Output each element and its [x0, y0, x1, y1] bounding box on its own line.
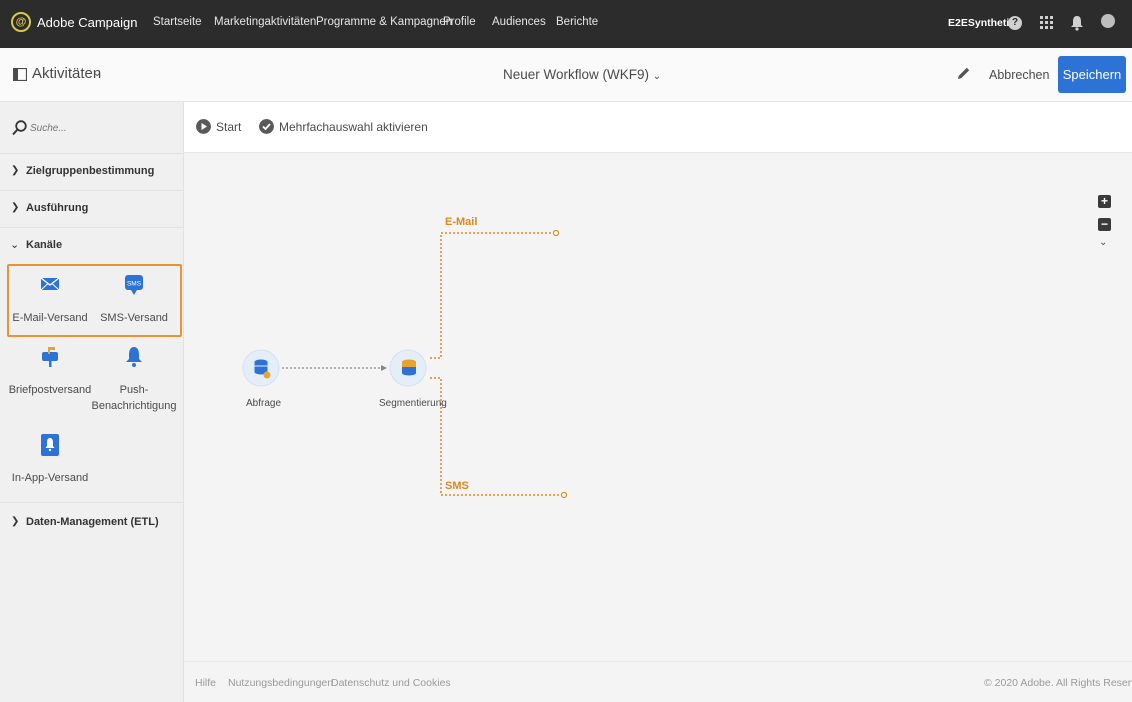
section-targeting[interactable]: ❯ Zielgruppenbestimmung — [0, 154, 184, 190]
footer-link-privacy[interactable]: Datenschutz und Cookies — [331, 677, 451, 689]
channel-in-app-delivery[interactable]: In-App-Versand — [7, 433, 93, 505]
start-label: Start — [216, 120, 242, 134]
chevron-right-icon: ❯ — [11, 202, 20, 213]
notifications-bell-icon[interactable] — [1070, 15, 1084, 31]
channel-direct-mail[interactable]: Briefpostversand — [7, 346, 93, 418]
checkmark-circle-icon — [259, 119, 274, 134]
arrowhead — [381, 365, 387, 371]
channel-push-notification[interactable]: Push- Benachrichtigung — [91, 346, 177, 418]
channel-label: In-App-Versand — [11, 472, 89, 484]
email-transition-endpoint[interactable] — [552, 229, 560, 237]
section-label: Daten-Management (ETL) — [26, 516, 159, 528]
workflow-canvas[interactable]: Abfrage Segmentierung E-Mail SMS + − ⌄ — [184, 153, 1132, 661]
footer-link-terms[interactable]: Nutzungsbedingungen — [228, 677, 333, 689]
nav-item-profiles[interactable]: Profile — [443, 16, 476, 28]
section-label: Ausführung — [26, 202, 89, 214]
section-data-management[interactable]: ❯ Daten-Management (ETL) — [0, 505, 184, 541]
section-channels[interactable]: ⌄ Kanäle — [0, 228, 184, 264]
brand-name[interactable]: Adobe Campaign — [37, 15, 137, 30]
help-icon[interactable]: ? — [1008, 16, 1022, 30]
section-label: Kanäle — [26, 239, 63, 251]
workflow-header: Aktivitäten ⌄ Neuer Workflow (WKF9) ⌄ Ab… — [0, 48, 1132, 102]
chevron-down-icon: ⌄ — [652, 71, 662, 82]
section-label: Zielgruppenbestimmung — [26, 165, 155, 177]
chevron-down-icon[interactable]: ⌄ — [1099, 237, 1107, 248]
edit-pencil-icon[interactable] — [955, 65, 972, 82]
segmentation-node-label: Segmentierung — [379, 398, 447, 409]
sms-transition-label[interactable]: SMS — [445, 480, 469, 492]
top-navigation: @ Adobe Campaign Startseite Marketingakt… — [0, 0, 1132, 48]
workflow-graph — [242, 229, 568, 499]
workflow-title[interactable]: Neuer Workflow (WKF9) ⌄ — [503, 67, 661, 82]
nav-item-home[interactable]: Startseite — [153, 16, 202, 28]
workflow-title-text: Neuer Workflow (WKF9) — [503, 67, 650, 82]
chevron-right-icon: ❯ — [11, 165, 20, 176]
user-avatar[interactable] — [1101, 14, 1115, 28]
adobe-campaign-logo-icon[interactable]: @ — [11, 12, 31, 32]
zoom-out-button[interactable]: − — [1098, 218, 1111, 231]
chevron-down-icon: ⌄ — [10, 239, 20, 251]
copyright: © 2020 Adobe. All Rights Reserved. — [984, 677, 1132, 689]
nav-item-programs-campaigns[interactable]: Programme & Kampagnen — [316, 16, 452, 28]
nav-item-marketing-activities[interactable]: Marketingaktivitäten — [214, 16, 316, 28]
query-node-label: Abfrage — [246, 398, 282, 409]
sms-transition-line[interactable] — [430, 377, 563, 496]
section-flow-control[interactable]: ❯ Ausführung — [0, 191, 184, 227]
chevron-right-icon: ❯ — [11, 516, 20, 527]
sms-transition-endpoint[interactable] — [560, 491, 568, 499]
chevron-down-icon[interactable]: ⌄ — [93, 68, 101, 79]
search-icon — [12, 120, 27, 136]
nav-item-audiences[interactable]: Audiences — [492, 16, 546, 28]
query-node[interactable] — [242, 349, 280, 387]
canvas-toolbar: Start Mehrfachauswahl aktivieren — [184, 102, 1132, 153]
search-input[interactable] — [30, 117, 170, 139]
multiselect-label: Mehrfachauswahl aktivieren — [279, 120, 428, 134]
activities-sidebar: ❯ Zielgruppenbestimmung ❯ Ausführung ⌄ K… — [0, 102, 184, 702]
mailbox-icon — [42, 347, 58, 367]
user-org-name[interactable]: E2ESynthetic — [948, 17, 1015, 29]
email-transition-label[interactable]: E-Mail — [445, 216, 477, 228]
footer-link-help[interactable]: Hilfe — [195, 677, 216, 689]
channel-label: Push- Benachrichtigung — [91, 384, 177, 412]
channel-label: Briefpostversand — [8, 384, 92, 396]
zoom-in-button[interactable]: + — [1098, 195, 1111, 208]
divider — [0, 502, 184, 503]
play-icon — [196, 119, 211, 134]
activities-panel-title[interactable]: Aktivitäten — [32, 65, 101, 82]
email-transition-line[interactable] — [430, 232, 555, 359]
nav-item-reports[interactable]: Berichte — [556, 16, 598, 28]
panel-toggle-icon[interactable] — [13, 68, 27, 81]
bell-icon — [126, 347, 142, 367]
save-button[interactable]: Speichern — [1058, 56, 1126, 93]
cancel-button[interactable]: Abbrechen — [989, 68, 1049, 82]
highlight-frame — [7, 264, 182, 337]
in-app-icon — [41, 434, 59, 456]
segmentation-node[interactable] — [389, 349, 427, 387]
footer: Hilfe Nutzungsbedingungen Datenschutz un… — [184, 661, 1132, 702]
apps-grid-icon[interactable] — [1040, 16, 1053, 29]
